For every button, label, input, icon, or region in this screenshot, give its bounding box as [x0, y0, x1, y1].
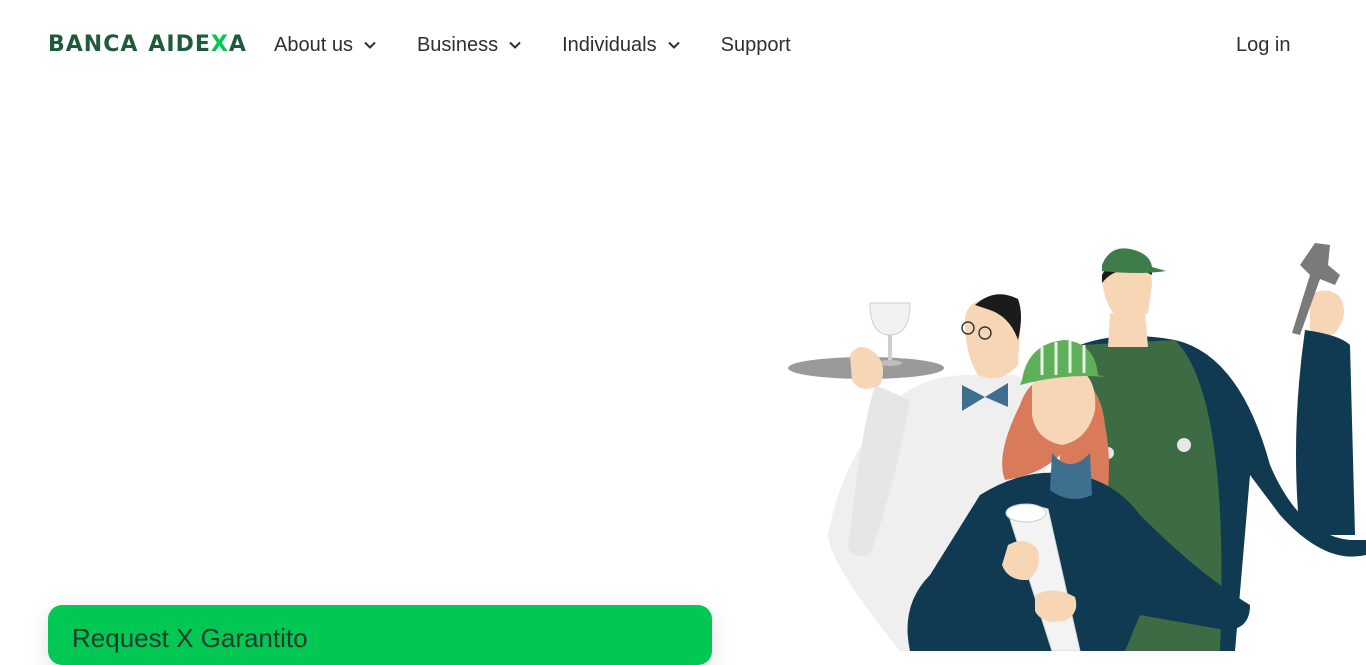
- woman-hand-right: [1035, 590, 1077, 622]
- nav-support[interactable]: Support: [721, 34, 791, 57]
- main-nav: About us Business Individuals Support: [274, 30, 831, 60]
- banca-aidexa-logo[interactable]: BANCA AIDE X A: [48, 31, 247, 57]
- nav-individuals-label: Individuals: [562, 33, 657, 56]
- glass: [869, 302, 911, 336]
- chevron-down-icon: [509, 41, 521, 49]
- logo-word-banca: BANCA: [48, 31, 139, 57]
- nav-support-label: Support: [720, 33, 791, 56]
- nav-about-us-label: About us: [274, 33, 353, 56]
- site-header: BANCA AIDE X A About us Business Individ…: [0, 0, 1366, 90]
- nav-business-label: Business: [416, 33, 499, 56]
- request-x-garantito-button[interactable]: Request X Garantito: [48, 605, 712, 665]
- cta-label: Request X Garantito: [72, 623, 308, 653]
- nav-about-us[interactable]: About us: [274, 34, 377, 57]
- logo-letter-a: A: [228, 31, 247, 57]
- nav-individuals[interactable]: Individuals: [562, 34, 681, 57]
- logo-letter-x: X: [210, 31, 229, 57]
- paper-roll-end: [1005, 503, 1047, 523]
- nav-business[interactable]: Business: [417, 34, 522, 57]
- logo-word-aide: AIDE: [148, 31, 211, 57]
- worker-hand: [1310, 290, 1344, 338]
- login-label: Log in: [1236, 33, 1291, 56]
- overall-button-right: [1177, 438, 1191, 452]
- workers-illustration: [788, 243, 1366, 651]
- glass-stem: [888, 335, 892, 361]
- chevron-down-icon: [667, 41, 680, 49]
- worker-forearm: [1296, 330, 1355, 535]
- login-link[interactable]: Log in: [1236, 30, 1291, 60]
- worker-cap: [1102, 248, 1166, 273]
- waiter-hand: [850, 346, 884, 389]
- chevron-down-icon: [364, 41, 376, 49]
